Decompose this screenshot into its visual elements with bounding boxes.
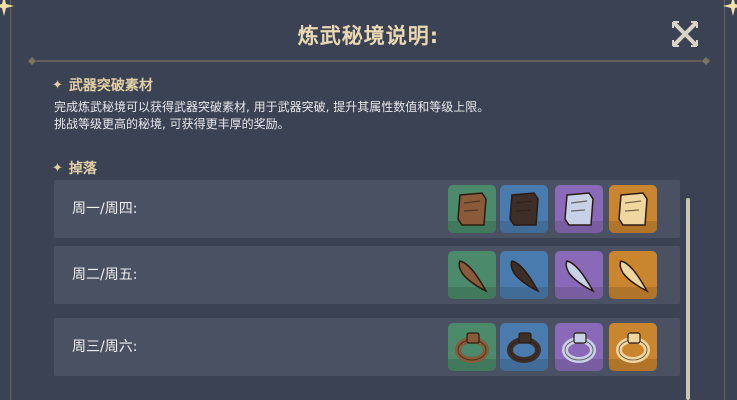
title-divider (28, 57, 710, 65)
ring-icon[interactable] (609, 323, 657, 371)
ring-icon[interactable] (448, 323, 496, 371)
sparkle-icon: ✦ (52, 160, 63, 176)
description-line: 完成炼武秘境可以获得武器突破素材, 用于武器突破, 提升其属性数值和等级上限。 (54, 100, 490, 114)
drops-heading-text: 掉落 (68, 161, 97, 177)
corner-star-icon (723, 0, 737, 16)
drop-row-label: 周一/周四: (72, 201, 138, 217)
dialog-window: 炼武秘境说明: ✦ 武器突破素材 完成炼武秘境可以获得武器突破素材, 用于武器突… (0, 0, 737, 400)
fang-icon[interactable] (609, 251, 657, 299)
materials-heading: ✦ 武器突破素材 (52, 75, 153, 95)
scrollbar[interactable] (686, 198, 690, 400)
materials-description: 完成炼武秘境可以获得武器突破素材, 用于武器突破, 提升其属性数值和等级上限。 … (54, 99, 694, 133)
drops-heading: ✦ 掉落 (52, 158, 97, 178)
tile-fragment-icon[interactable] (609, 185, 657, 233)
tile-fragment-icon[interactable] (500, 185, 548, 233)
close-x-icon[interactable] (671, 20, 699, 48)
corner-star-icon (0, 0, 14, 16)
drop-row-label: 周二/周五: (72, 267, 138, 283)
drop-row: 周二/周五: (54, 246, 680, 304)
fang-icon[interactable] (555, 251, 603, 299)
fang-icon[interactable] (448, 251, 496, 299)
materials-heading-text: 武器突破素材 (68, 78, 153, 94)
sparkle-icon: ✦ (52, 77, 63, 93)
tile-fragment-icon[interactable] (448, 185, 496, 233)
description-line: 挑战等级更高的秘境, 可获得更丰厚的奖励。 (54, 117, 290, 131)
drop-row-label: 周三/周六: (72, 339, 138, 355)
dialog-title: 炼武秘境说明: (297, 24, 440, 48)
drop-list[interactable]: 周一/周四: 周二/周五: 周三/周六: (54, 180, 680, 400)
ring-icon[interactable] (500, 323, 548, 371)
ring-icon[interactable] (555, 323, 603, 371)
fang-icon[interactable] (500, 251, 548, 299)
drop-row: 周一/周四: (54, 180, 680, 238)
drop-row: 周三/周六: (54, 318, 680, 376)
tile-fragment-icon[interactable] (555, 185, 603, 233)
